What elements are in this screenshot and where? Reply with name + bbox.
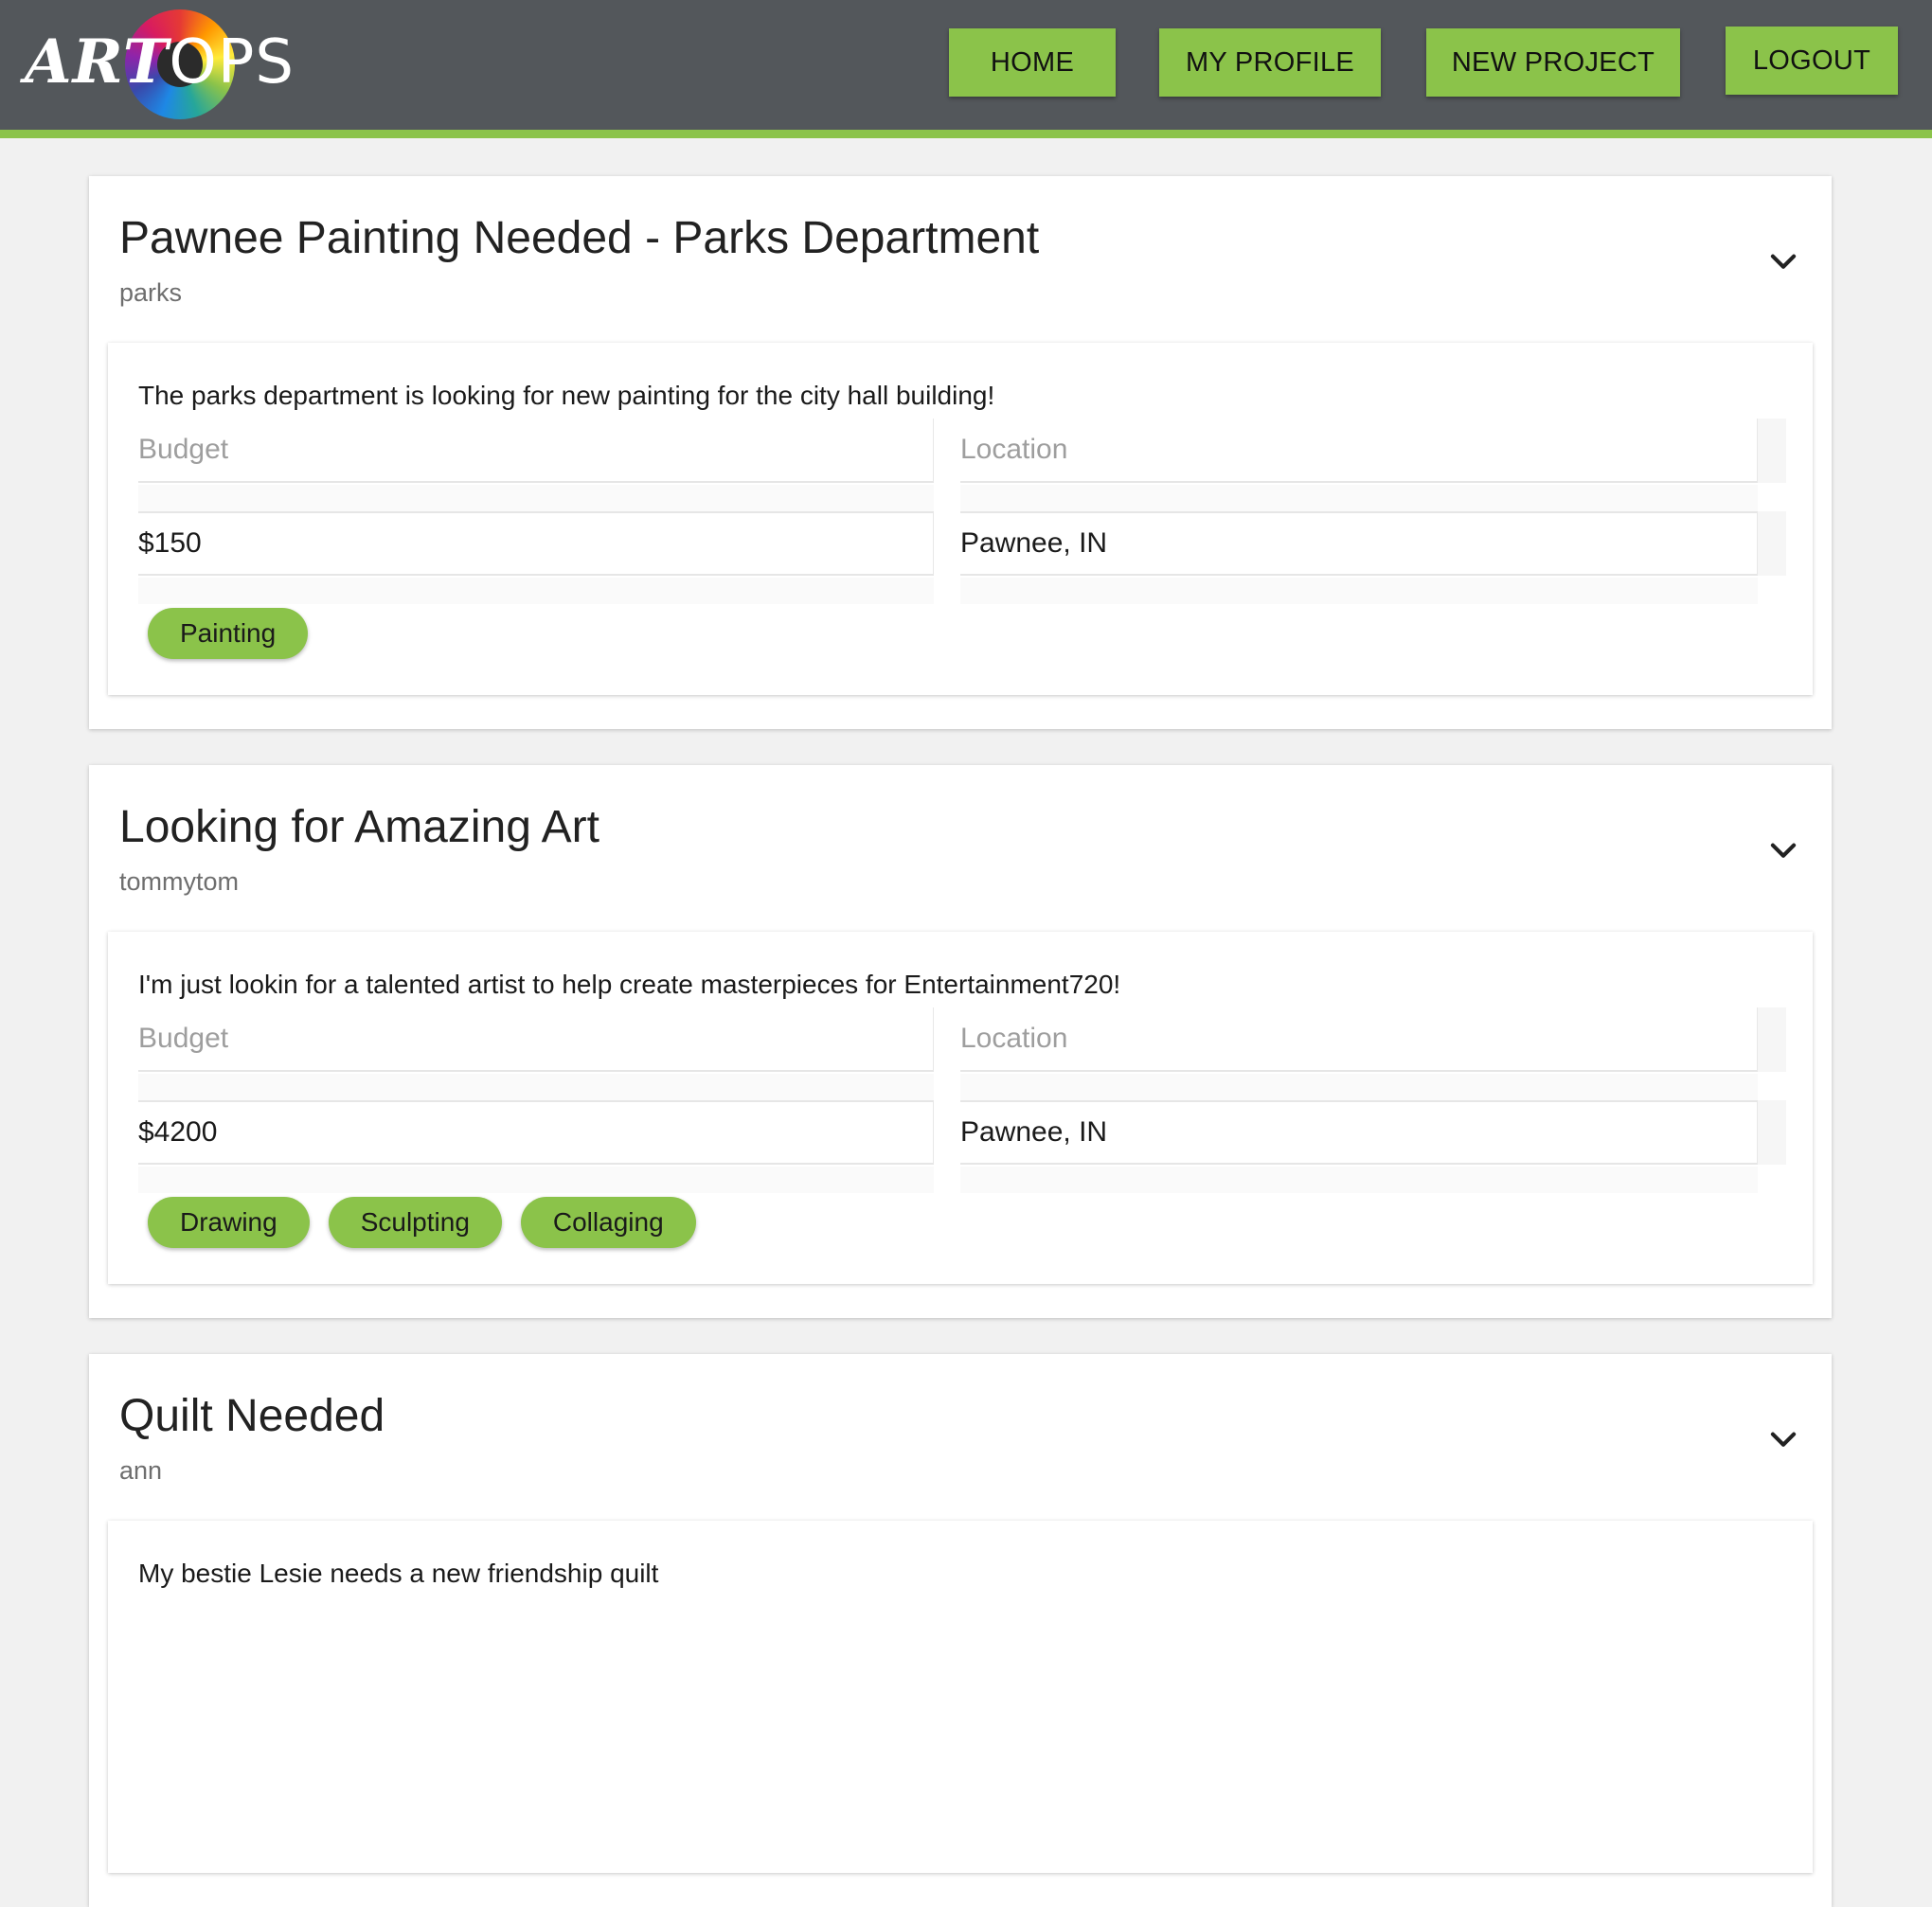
project-description: The parks department is looking for new … (138, 381, 995, 410)
budget-label: Budget (138, 419, 934, 483)
logout-button[interactable]: LOGOUT (1726, 27, 1898, 95)
project-details: The parks department is looking for new … (108, 343, 1813, 695)
project-description: My bestie Lesie needs a new friendship q… (138, 1559, 659, 1588)
tag-list: Drawing Sculpting Collaging (148, 1197, 696, 1248)
project-card: Pawnee Painting Needed - Parks Departmen… (89, 176, 1832, 729)
new-project-button[interactable]: NEW PROJECT (1426, 28, 1680, 97)
tag-drawing[interactable]: Drawing (148, 1197, 310, 1248)
tag-sculpting[interactable]: Sculpting (328, 1197, 502, 1248)
project-details: I'm just lookin for a talented artist to… (108, 932, 1813, 1284)
location-value: Pawnee, IN (960, 511, 1758, 576)
table-spacer (138, 1074, 934, 1100)
budget-value: $150 (138, 511, 934, 576)
table-edge (1758, 1100, 1786, 1165)
project-title: Quilt Needed (119, 1391, 385, 1441)
my-profile-button[interactable]: MY PROFILE (1159, 28, 1381, 97)
tag-list: Painting (148, 608, 309, 659)
table-spacer (138, 1167, 934, 1193)
table-spacer (960, 485, 1758, 511)
budget-value: $4200 (138, 1100, 934, 1165)
project-owner: tommytom (119, 867, 240, 896)
project-card: Looking for Amazing Art tommytom I'm jus… (89, 765, 1832, 1318)
chevron-down-icon[interactable] (1765, 833, 1801, 869)
table-edge (1758, 419, 1786, 483)
logo-text: ARTOPS (25, 27, 295, 98)
location-label: Location (960, 419, 1758, 483)
tag-collaging[interactable]: Collaging (520, 1197, 696, 1248)
home-button[interactable]: HOME (949, 28, 1116, 97)
table-edge (1758, 1007, 1786, 1072)
chevron-down-icon[interactable] (1765, 244, 1801, 280)
project-owner: ann (119, 1456, 163, 1485)
project-details: My bestie Lesie needs a new friendship q… (108, 1521, 1813, 1873)
artops-logo[interactable]: ARTOPS (25, 8, 294, 123)
table-spacer (960, 1167, 1758, 1193)
location-label: Location (960, 1007, 1758, 1072)
table-spacer (960, 578, 1758, 604)
project-title: Looking for Amazing Art (119, 802, 599, 852)
project-owner: parks (119, 278, 183, 307)
budget-label: Budget (138, 1007, 934, 1072)
table-spacer (138, 485, 934, 511)
table-spacer (960, 1074, 1758, 1100)
table-spacer (138, 578, 934, 604)
top-navbar: ARTOPS HOME MY PROFILE NEW PROJECT LOGOU… (0, 0, 1932, 138)
project-title: Pawnee Painting Needed - Parks Departmen… (119, 213, 1040, 263)
tag-painting[interactable]: Painting (148, 608, 309, 659)
project-description: I'm just lookin for a talented artist to… (138, 970, 1121, 999)
location-value: Pawnee, IN (960, 1100, 1758, 1165)
table-edge (1758, 511, 1786, 576)
chevron-down-icon[interactable] (1765, 1422, 1801, 1458)
project-card: Quilt Needed ann My bestie Lesie needs a… (89, 1354, 1832, 1907)
